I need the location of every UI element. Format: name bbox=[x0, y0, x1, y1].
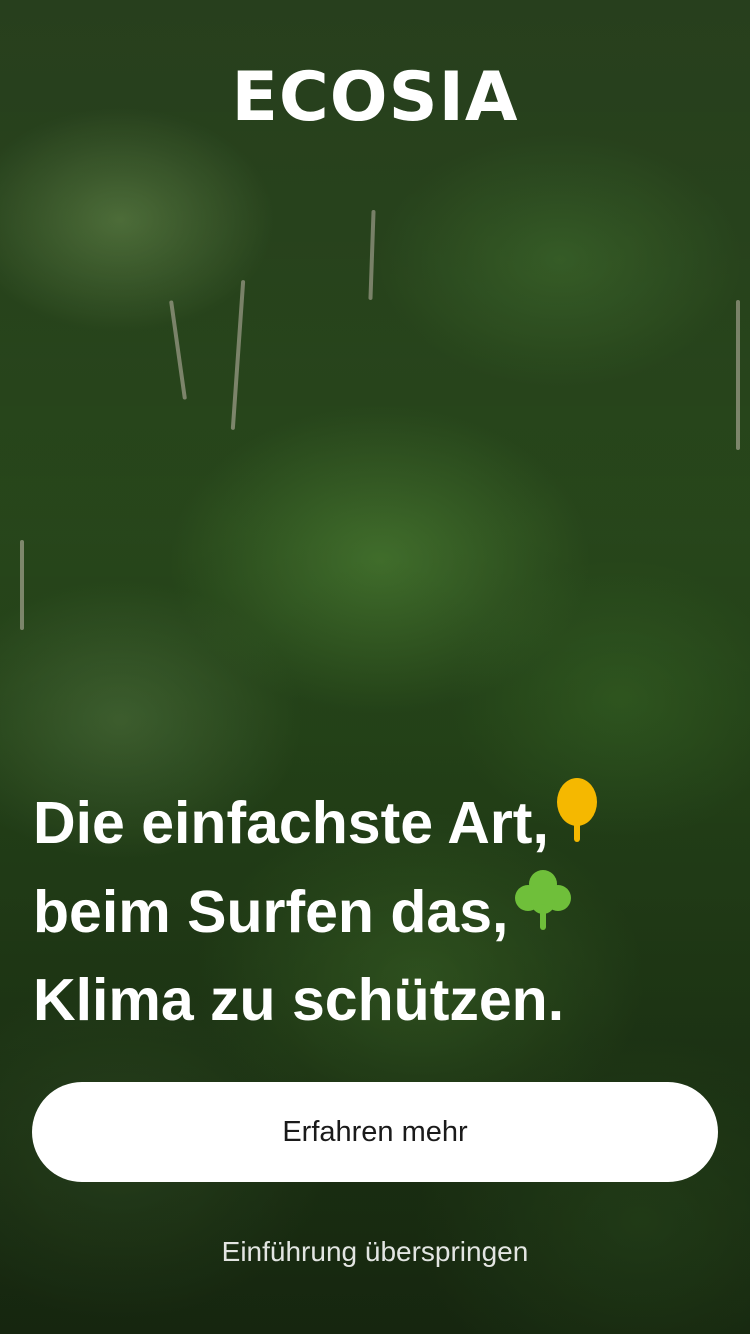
green-tree-icon bbox=[514, 868, 572, 953]
skip-intro-link[interactable]: Einführung überspringen bbox=[0, 1232, 750, 1272]
headline-line-1: Die einfachste Art, bbox=[33, 777, 723, 871]
headline-text-1: Die einfachste Art, bbox=[33, 790, 549, 856]
onboarding-screen: ECOSIA Die einfachste Art, beim Surfen d… bbox=[0, 0, 750, 1334]
learn-more-button[interactable]: Erfahren mehr bbox=[32, 1082, 718, 1182]
headline-text-2: beim Surfen das, bbox=[33, 878, 509, 945]
headline: Die einfachste Art, beim Surfen das, Kli… bbox=[33, 777, 723, 1041]
ecosia-logo: ECOSIA bbox=[231, 58, 519, 137]
yellow-tree-icon bbox=[555, 777, 599, 865]
headline-line-2: beim Surfen das, bbox=[33, 868, 723, 959]
headline-line-3: Klima zu schützen. bbox=[33, 966, 565, 1033]
